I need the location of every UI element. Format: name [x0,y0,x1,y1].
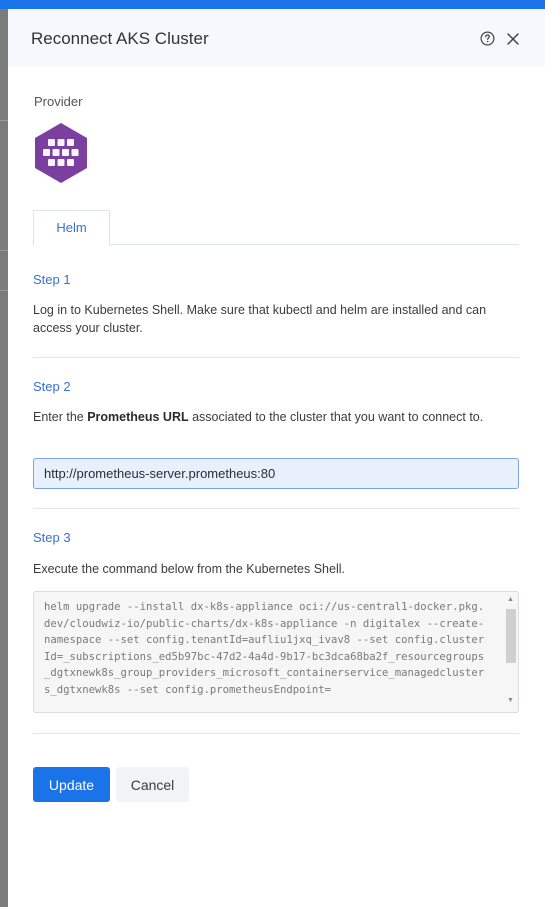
helm-command-text[interactable]: helm upgrade --install dx-k8s-appliance … [44,599,490,698]
reconnect-dialog: Reconnect AKS Cluster Provider Helm Step [8,9,545,907]
method-tabs: Helm [33,210,519,246]
step2-text-after: associated to the cluster that you want … [188,410,484,424]
step1-title: Step 1 [33,272,71,287]
step3-title: Step 3 [33,530,71,545]
overlay-line [0,250,8,251]
step2-title: Step 2 [33,379,71,394]
prometheus-url-input[interactable] [33,458,519,489]
helm-command-box[interactable]: helm upgrade --install dx-k8s-appliance … [33,591,519,713]
top-accent-bar [0,0,545,9]
scroll-up-arrow-icon[interactable]: ▲ [507,596,514,603]
overlay-line [0,290,8,291]
provider-label: Provider [34,94,83,109]
divider [33,508,519,509]
step3-text: Execute the command below from the Kuber… [33,562,345,576]
update-button[interactable]: Update [33,767,110,802]
divider [33,733,519,734]
dialog-title: Reconnect AKS Cluster [31,29,209,48]
cancel-button[interactable]: Cancel [116,767,189,802]
prometheus-url-emphasis: Prometheus URL [87,410,189,424]
dialog-header: Reconnect AKS Cluster [8,9,545,66]
overlay-line [0,120,8,121]
divider [33,357,519,358]
question-circle-icon[interactable] [480,31,495,46]
scroll-thumb[interactable] [506,609,516,663]
step1-text: Log in to Kubernetes Shell. Make sure th… [33,303,487,335]
command-scrollbar[interactable]: ▲ ▼ [504,592,518,712]
aks-hexagon-logo-icon [35,123,87,183]
close-icon[interactable] [506,32,520,46]
background-overlay-strip [0,0,8,907]
step2-text: Enter the Prometheus URL associated to t… [33,408,521,426]
step2-text-before: Enter the [33,410,88,424]
tab-helm[interactable]: Helm [33,210,110,246]
scroll-down-arrow-icon[interactable]: ▼ [507,697,514,704]
